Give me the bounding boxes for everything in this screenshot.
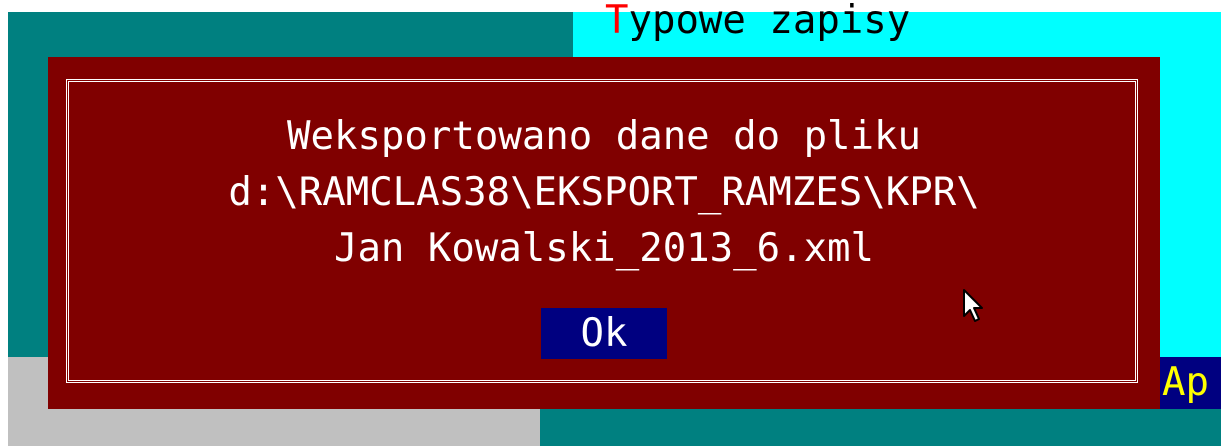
typowe-zapisy-menu-item[interactable]: Typowe zapisy bbox=[605, 1, 910, 41]
partial-menu-label[interactable]: Ap bbox=[1162, 360, 1209, 406]
ok-button[interactable]: Ok bbox=[541, 308, 667, 359]
menu-hotkey: T bbox=[605, 0, 629, 43]
mouse-pointer-icon bbox=[963, 289, 983, 322]
message-line-2: d:\RAMCLAS38\EKSPORT_RAMZES\KPR\ bbox=[228, 170, 980, 215]
message-line-3: Jan Kowalski_2013_6.xml bbox=[333, 226, 875, 271]
menu-item-label: ypowe zapisy bbox=[628, 0, 911, 43]
dialog-message: Weksportowano dane do pliku d:\RAMCLAS38… bbox=[48, 109, 1160, 277]
screen: Typowe zapisy Ap Weksportowano dane do p… bbox=[0, 0, 1221, 446]
message-line-1: Weksportowano dane do pliku bbox=[287, 114, 921, 159]
export-info-dialog: Weksportowano dane do pliku d:\RAMCLAS38… bbox=[48, 57, 1160, 409]
